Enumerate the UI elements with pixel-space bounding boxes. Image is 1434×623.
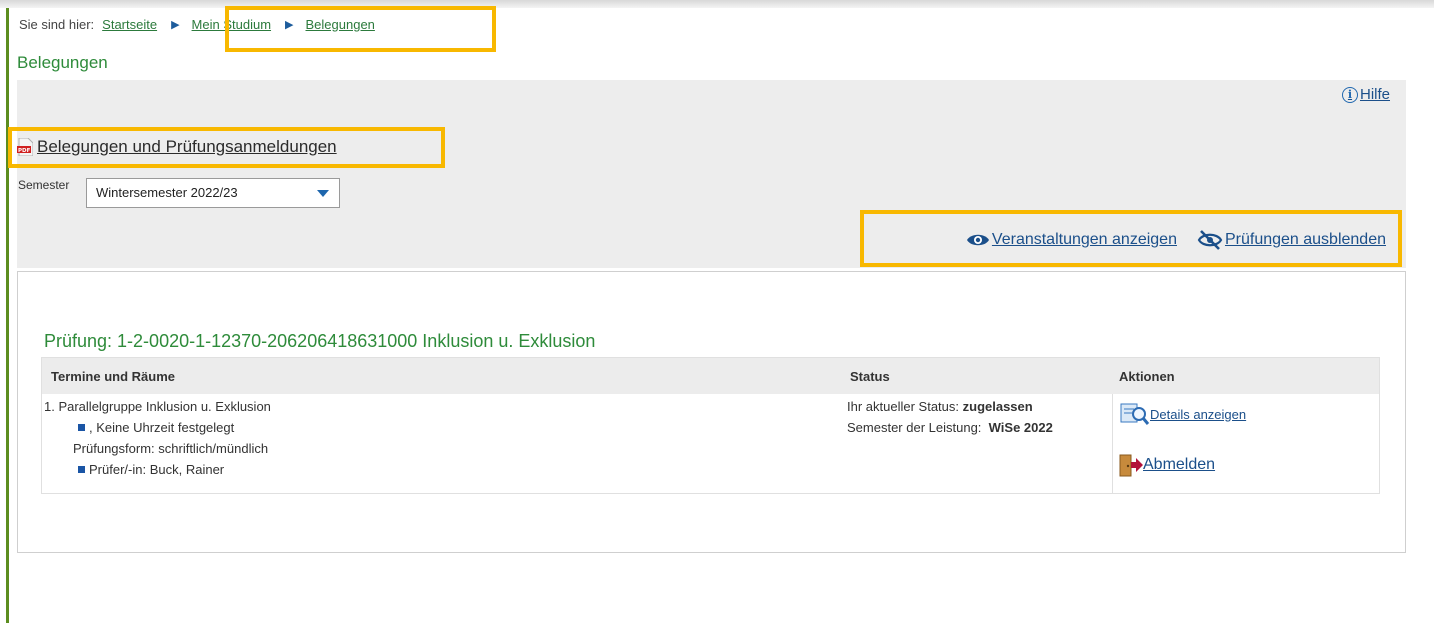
semester-of-performance-label: Semester der Leistung: — [847, 420, 982, 435]
page-title: Belegungen — [17, 53, 108, 72]
column-divider — [1112, 394, 1113, 494]
bullet-icon — [78, 466, 85, 473]
time-line: , Keine Uhrzeit festgelegt — [44, 417, 271, 438]
bullet-icon — [78, 424, 85, 431]
deregister-link[interactable]: Abmelden — [1119, 452, 1215, 478]
deregister-label: Abmelden — [1143, 456, 1216, 473]
exam-table: Termine und Räume Status Aktionen 1. Par… — [41, 357, 1380, 494]
semester-value: Wintersemester 2022/23 — [96, 185, 238, 200]
status-value: zugelassen — [962, 399, 1033, 414]
exam-title: Prüfung: 1-2-0020-1-12370-20620641863100… — [44, 331, 596, 351]
time-text: , Keine Uhrzeit festgelegt — [89, 420, 235, 435]
details-link[interactable]: Details anzeigen — [1120, 402, 1246, 426]
info-icon: i — [1341, 86, 1358, 103]
examiner-label: Prüfer/-in: — [89, 462, 147, 477]
highlight-visibility-toggles — [860, 210, 1402, 267]
details-label: Details anzeigen — [1150, 406, 1247, 422]
help-label: Hilfe — [1359, 86, 1390, 103]
semester-of-performance-value: WiSe 2022 — [988, 420, 1053, 435]
left-accent-bar — [6, 8, 9, 623]
help-link[interactable]: i Hilfe — [1341, 86, 1390, 103]
semester-select[interactable]: Wintersemester 2022/23 — [86, 178, 340, 208]
parallel-group: 1. Parallelgruppe Inklusion u. Exklusion — [44, 399, 271, 414]
breadcrumb-prefix: Sie sind hier: — [19, 17, 95, 32]
chevron-right-icon: ▶ — [171, 19, 180, 31]
status-cell: Ihr aktueller Status: zugelassen Semeste… — [847, 396, 1053, 438]
top-shade — [0, 0, 1434, 8]
highlight-pdf-link — [8, 127, 445, 168]
exam-form: Prüfungsform: schriftlich/mündlich — [73, 441, 269, 456]
exit-door-icon — [1119, 454, 1143, 477]
breadcrumb-startseite[interactable]: Startseite — [102, 17, 157, 32]
examiner-name: Buck, Rainer — [149, 462, 225, 477]
semester-label: Semester — [18, 178, 70, 192]
status-label: Ihr aktueller Status: — [847, 399, 959, 414]
examiner-line: Prüfer/-in: Buck, Rainer — [44, 459, 271, 480]
highlight-breadcrumb — [225, 6, 496, 52]
table-header: Termine und Räume Status Aktionen — [42, 358, 1379, 394]
chevron-down-icon — [317, 190, 329, 197]
col-header-dates: Termine und Räume — [51, 369, 176, 384]
col-header-status: Status — [850, 369, 890, 384]
details-magnifier-icon — [1120, 403, 1150, 425]
col-header-actions: Aktionen — [1119, 369, 1175, 384]
dates-cell: 1. Parallelgruppe Inklusion u. Exklusion… — [44, 396, 271, 480]
